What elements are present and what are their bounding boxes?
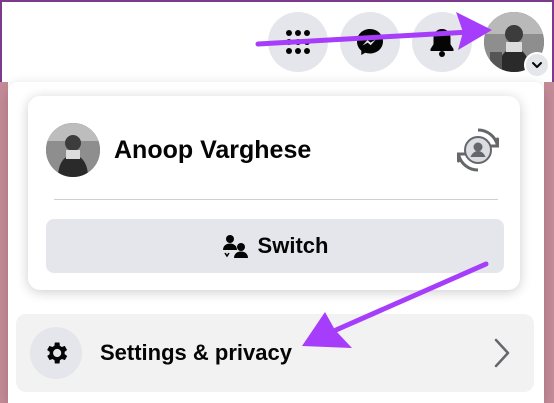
- settings-icon-circle: [30, 327, 82, 379]
- profile-avatar: [46, 123, 100, 177]
- chevron-down-icon: [532, 62, 542, 68]
- account-menu-chevron[interactable]: [524, 52, 550, 78]
- menu-item-settings-privacy[interactable]: Settings & privacy: [16, 314, 534, 392]
- notifications-button[interactable]: [412, 12, 472, 72]
- chevron-right: [490, 335, 514, 371]
- switch-accounts-label: Switch: [257, 233, 329, 258]
- switch-accounts-button[interactable]: Switch: [46, 219, 504, 273]
- gear-icon: [47, 342, 68, 364]
- window-frame-top: [0, 0, 554, 2]
- profile-divider: [54, 199, 498, 200]
- avatar-photo: [46, 123, 100, 177]
- menu-grid-button[interactable]: [268, 12, 328, 72]
- messenger-icon: [357, 29, 383, 55]
- background-page-edge-right: [544, 82, 554, 403]
- switch-profile-button[interactable]: [452, 124, 504, 176]
- profile-name: Anoop Varghese: [114, 135, 312, 164]
- chevron-right-icon: [494, 338, 510, 368]
- notifications-bell-icon: [430, 29, 454, 57]
- menu-item-label: Settings & privacy: [100, 340, 292, 365]
- profile-row[interactable]: Anoop Varghese: [46, 122, 504, 178]
- switch-profile-icon: [457, 128, 499, 172]
- messenger-button[interactable]: [340, 12, 400, 72]
- switch-accounts-icon: [222, 235, 248, 258]
- menu-grid-icon: [286, 30, 310, 54]
- background-page-edge-left: [0, 82, 8, 403]
